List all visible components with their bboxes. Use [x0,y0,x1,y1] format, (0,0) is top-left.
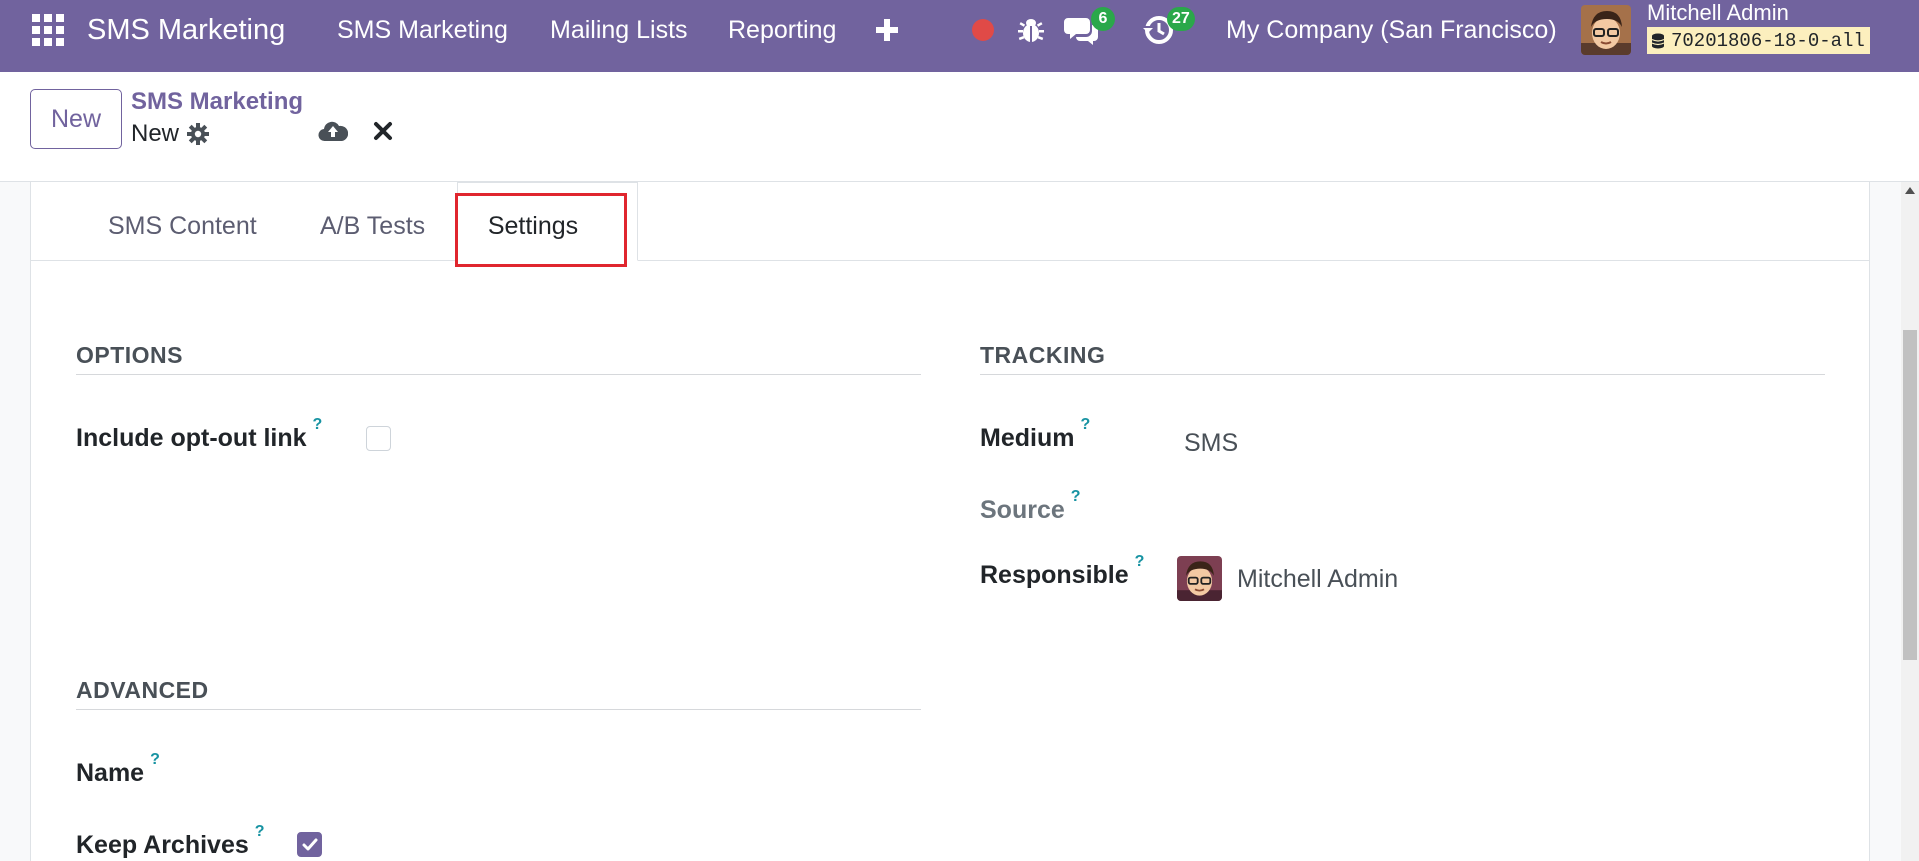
medium-field[interactable]: SMS [1184,429,1238,458]
advanced-section-title: ADVANCED [76,677,209,703]
source-label: Source? [980,488,1081,525]
opt-out-label: Include opt-out link? [76,416,322,453]
keep-archives-label-text: Keep Archives [76,831,249,859]
tabs-divider [31,260,1869,261]
record-icon[interactable] [972,0,994,60]
check-icon [302,838,317,850]
close-icon[interactable] [373,121,393,146]
menu-reporting[interactable]: Reporting [728,0,836,60]
activities-badge: 27 [1167,7,1195,31]
database-name: 70201806-18-0-all [1647,27,1870,54]
tracking-divider [980,374,1825,375]
help-icon[interactable]: ? [313,416,323,433]
opt-out-checkbox[interactable] [366,426,391,451]
messages-badge: 6 [1091,7,1115,31]
advanced-divider [76,709,921,710]
options-section-title: OPTIONS [76,342,184,368]
name-label: Name? [76,751,160,788]
help-icon[interactable]: ? [255,823,265,840]
responsible-label-text: Responsible [980,561,1129,589]
gear-icon[interactable] [187,123,210,145]
responsible-label: Responsible? [980,553,1144,590]
menu-mailing-lists[interactable]: Mailing Lists [550,0,688,60]
tab-ab-tests[interactable]: A/B Tests [320,212,425,241]
help-icon[interactable]: ? [1135,553,1145,570]
menu-sms-marketing[interactable]: SMS Marketing [337,0,508,60]
breadcrumb-current: New [131,120,210,148]
company-switcher[interactable]: My Company (San Francisco) [1226,0,1557,60]
name-label-text: Name [76,759,145,787]
options-divider [76,374,921,375]
responsible-avatar [1177,556,1222,601]
scroll-up-arrow[interactable] [1905,187,1915,194]
help-icon[interactable]: ? [150,751,160,768]
bug-icon[interactable] [1017,0,1045,60]
new-button[interactable]: New [30,89,122,149]
scroll-thumb[interactable] [1903,330,1917,660]
database-label: 70201806-18-0-all [1671,29,1865,52]
breadcrumb-current-label: New [131,120,180,147]
help-icon[interactable]: ? [1071,488,1081,505]
apps-grid-icon[interactable] [32,0,64,60]
scrollbar[interactable] [1901,182,1919,861]
keep-archives-label: Keep Archives? [76,823,265,860]
control-panel: New SMS Marketing New [0,72,1919,182]
top-navbar: SMS Marketing SMS Marketing Mailing List… [0,0,1919,72]
keep-archives-checkbox[interactable] [297,832,322,857]
cloud-upload-icon[interactable] [318,119,349,148]
breadcrumb-parent[interactable]: SMS Marketing [131,88,303,116]
form-sheet: SMS Content A/B Tests Settings OPTIONS I… [30,182,1870,861]
opt-out-label-text: Include opt-out link [76,424,307,452]
medium-label-text: Medium [980,424,1075,452]
help-icon[interactable]: ? [1080,416,1090,433]
app-brand[interactable]: SMS Marketing [87,0,285,60]
user-name[interactable]: Mitchell Admin [1647,0,1789,26]
tab-sms-content[interactable]: SMS Content [108,212,257,241]
source-label-text: Source [980,496,1065,524]
settings-tab-highlight [455,193,627,267]
medium-label: Medium? [980,416,1090,453]
responsible-field[interactable]: Mitchell Admin [1237,565,1398,594]
user-avatar[interactable] [1581,5,1631,55]
tracking-section-title: TRACKING [980,342,1106,368]
plus-icon[interactable] [875,0,899,60]
